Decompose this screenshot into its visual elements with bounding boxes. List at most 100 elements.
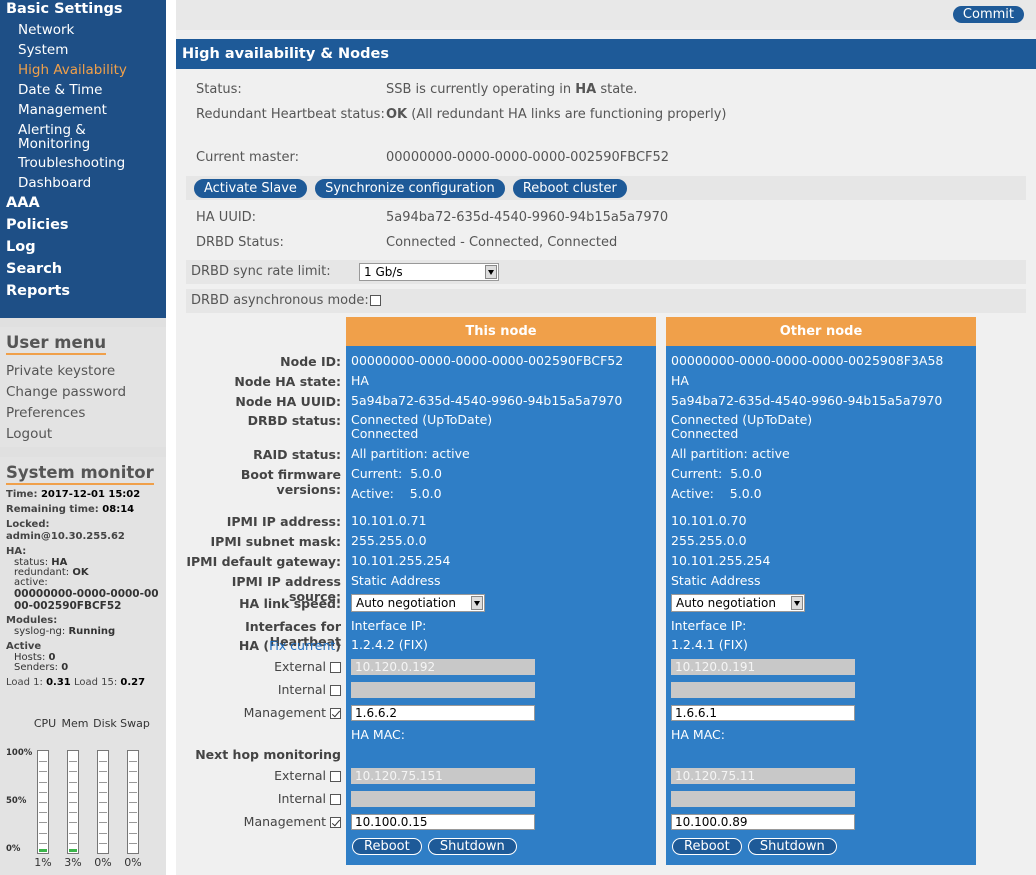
- gauge-tick-line: [39, 791, 47, 793]
- nh-internal-checkbox[interactable]: [330, 794, 341, 805]
- gauge-tick-line: [69, 842, 77, 844]
- this-node-fw-current: Current: 5.0.0: [351, 466, 442, 481]
- other-node-actions: Reboot Shutdown: [672, 838, 839, 855]
- gauge-tick-line: [39, 812, 47, 814]
- other-node-iface-ip: 1.2.4.1 (FIX): [671, 637, 748, 652]
- this-node-hb-management-input[interactable]: 1.6.6.2: [351, 705, 535, 721]
- nav-basic-settings[interactable]: Basic Settings: [0, 0, 166, 20]
- label-node-ha-uuid: Node HA UUID:: [235, 394, 341, 409]
- this-node-fw-active: Active: 5.0.0: [351, 486, 442, 501]
- this-node-panel: This node 00000000-0000-0000-0000-002590…: [346, 317, 656, 865]
- gauge-value-swap: 0%: [124, 856, 142, 869]
- nav-item-dashboard[interactable]: Dashboard: [0, 173, 166, 193]
- sysmon-ha-active-label: active:: [14, 577, 48, 588]
- nav-item-high-availability[interactable]: High Availability: [0, 60, 166, 80]
- label-node-ha-state: Node HA state:: [234, 374, 341, 389]
- this-node-nh-external-input[interactable]: 10.120.75.151: [351, 768, 535, 784]
- this-node-id: 00000000-0000-0000-0000-002590FBCF52: [351, 353, 624, 368]
- gauge-tick-line: [129, 802, 137, 803]
- nh-external-checkbox[interactable]: [330, 771, 341, 782]
- label-ipmi-ip: IPMI IP address:: [226, 514, 341, 529]
- user-menu-preferences[interactable]: Preferences: [6, 403, 160, 424]
- hb-external-checkbox[interactable]: [330, 662, 341, 673]
- gauge-tick-line: [129, 842, 137, 844]
- user-menu-change-password[interactable]: Change password: [6, 382, 160, 403]
- gauge-bar-disk: [97, 750, 109, 854]
- synchronize-configuration-button[interactable]: Synchronize configuration: [315, 179, 505, 198]
- user-menu-private-keystore[interactable]: Private keystore: [6, 361, 160, 382]
- gauge-tick-line: [69, 771, 77, 773]
- nav-item-alerting[interactable]: Alerting & Monitoring: [0, 120, 166, 153]
- gauge-tick-100: 100%: [6, 748, 33, 758]
- drbd-sync-select-value: 1 Gb/s: [364, 265, 403, 279]
- other-node-ha-state: HA: [671, 373, 689, 388]
- this-node-reboot-button[interactable]: Reboot: [352, 838, 422, 855]
- gauge-tick-line: [99, 791, 107, 793]
- commit-button[interactable]: Commit: [952, 6, 1024, 23]
- sysmon-load: Load 1: 0.31 Load 15: 0.27: [6, 677, 146, 688]
- label-nh-internal: Internal: [176, 791, 341, 806]
- other-node-link-speed-select[interactable]: Auto negotiation: [671, 594, 805, 612]
- chevron-down-icon: [791, 596, 803, 610]
- this-node-drbd-1: Connected (UpToDate): [351, 412, 493, 427]
- gauge-tick-line: [99, 832, 107, 834]
- gauge-tick-line: [99, 771, 107, 773]
- ha-uuid-label: HA UUID:: [196, 210, 257, 225]
- gauge-tick-line: [69, 832, 77, 834]
- label-ipmi-gateway: IPMI default gateway:: [186, 554, 341, 569]
- label-nh-management: Management: [176, 814, 341, 829]
- gauge-tick-line: [99, 781, 107, 783]
- other-node-nh-external-input[interactable]: 10.120.75.11: [671, 768, 855, 784]
- gauge-head-swap: Swap: [120, 717, 150, 730]
- other-node-hb-external-input[interactable]: 10.120.0.191: [671, 659, 855, 675]
- nav-reports[interactable]: Reports: [0, 281, 166, 303]
- gauge-value-cpu: 1%: [34, 856, 52, 869]
- sysmon-senders: Senders: 0: [14, 662, 69, 673]
- label-drbd-status: DRBD status:: [247, 413, 341, 428]
- other-node-reboot-button[interactable]: Reboot: [672, 838, 742, 855]
- this-node-nh-internal-input[interactable]: [351, 791, 535, 807]
- nav-item-system[interactable]: System: [0, 40, 166, 60]
- this-node-hb-internal-input[interactable]: [351, 682, 535, 698]
- this-node-iface-ip: 1.2.4.2 (FIX): [351, 637, 428, 652]
- other-node-hb-internal-input[interactable]: [671, 682, 855, 698]
- this-node-ipmi-mask: 255.255.0.0: [351, 533, 427, 548]
- nav-search[interactable]: Search: [0, 259, 166, 281]
- sysmon-locked: admin@10.30.255.62: [6, 531, 125, 542]
- drbd-sync-select[interactable]: 1 Gb/s: [359, 263, 499, 281]
- label-hb-internal: Internal: [176, 682, 341, 697]
- other-node-ipmi-source: Static Address: [671, 573, 761, 588]
- nh-management-checkbox[interactable]: [330, 817, 341, 828]
- this-node-nh-management-input[interactable]: 10.100.0.15: [351, 814, 535, 830]
- nav-item-troubleshooting[interactable]: Troubleshooting: [0, 153, 166, 173]
- this-node-iface-ip-label: Interface IP:: [351, 618, 427, 633]
- this-node-link-speed-select[interactable]: Auto negotiation: [351, 594, 485, 612]
- reboot-cluster-button[interactable]: Reboot cluster: [512, 179, 627, 198]
- nav-item-management[interactable]: Management: [0, 100, 166, 120]
- other-node-nh-internal-input[interactable]: [671, 791, 855, 807]
- top-bar: Commit: [176, 0, 1036, 30]
- nav-log[interactable]: Log: [0, 237, 166, 259]
- gauge-tick-50: 50%: [6, 796, 27, 806]
- this-node-raid: All partition: active: [351, 446, 470, 461]
- drbd-async-checkbox[interactable]: [370, 295, 381, 306]
- nav-policies[interactable]: Policies: [0, 215, 166, 237]
- nav-item-date-time[interactable]: Date & Time: [0, 80, 166, 100]
- gauge-tick-0: 0%: [6, 844, 21, 854]
- other-node-hb-management-input[interactable]: 1.6.6.1: [671, 705, 855, 721]
- this-node-title: This node: [346, 317, 656, 346]
- other-node-shutdown-button[interactable]: Shutdown: [747, 838, 837, 855]
- hb-management-checkbox[interactable]: [330, 708, 341, 719]
- other-node-iface-ip-label: Interface IP:: [671, 618, 747, 633]
- user-menu-logout[interactable]: Logout: [6, 424, 160, 445]
- other-node-fw-current: Current: 5.0.0: [671, 466, 762, 481]
- fix-current-link[interactable]: Fix current: [269, 638, 335, 653]
- label-nh-external: External: [176, 768, 341, 783]
- this-node-hb-external-input[interactable]: 10.120.0.192: [351, 659, 535, 675]
- nav-aaa[interactable]: AAA: [0, 193, 166, 215]
- this-node-shutdown-button[interactable]: Shutdown: [427, 838, 517, 855]
- activate-slave-button[interactable]: Activate Slave: [194, 179, 307, 198]
- nav-item-network[interactable]: Network: [0, 20, 166, 40]
- other-node-nh-management-input[interactable]: 10.100.0.89: [671, 814, 855, 830]
- hb-internal-checkbox[interactable]: [330, 685, 341, 696]
